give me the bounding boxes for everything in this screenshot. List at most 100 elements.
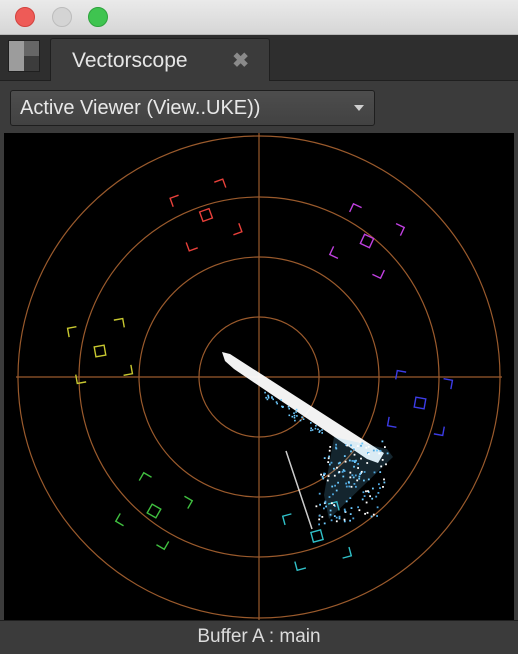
trace-sample [378,452,381,455]
trace-sample [324,500,327,503]
trace-sample [301,416,303,418]
trace-sample [384,446,386,448]
trace-sample [353,448,355,451]
trace-sample [351,474,354,477]
pane-menu-icon[interactable] [8,40,40,72]
trace-sample [294,419,296,422]
trace-sample [380,465,383,468]
trace-streak [285,450,313,530]
target-corner-4 [294,561,307,572]
trace-sample [376,515,378,517]
trace-sample [363,471,366,473]
trace-sample [347,481,350,483]
trace-sample [302,418,305,420]
trace-sample [378,483,380,486]
tab-close-icon[interactable]: ✖ [232,48,249,73]
trace-sample [318,492,321,495]
trace-sample [331,485,334,488]
target-corner-4 [114,513,124,527]
trace-sample [349,497,352,499]
window-titlebar: × [0,0,518,35]
trace-sample [288,407,290,410]
trace-sample [272,398,274,401]
target-corner-4 [386,416,397,428]
viewer-select-value: Active Viewer (View..UKE)) [20,97,261,119]
trace-sample [373,471,376,474]
trace-sample [368,453,370,455]
trace-sample [336,466,338,469]
trace-sample [372,513,375,516]
trace-sample [319,503,321,506]
trace-sample [348,459,351,462]
trace-sample [310,429,312,432]
window-minimize-button[interactable] [52,7,72,27]
trace-sample [349,476,352,479]
trace-sample [360,470,363,473]
trace-sample [337,462,340,465]
trace-sample [346,444,348,447]
trace-sample [321,516,324,518]
trace-sample [267,397,270,399]
trace-sample [317,428,319,431]
trace-sample [318,514,321,517]
trace-sample [333,467,335,470]
tab-vectorscope[interactable]: Vectorscope ✖ [50,38,270,81]
trace-sample [319,430,321,432]
trace-sample [343,518,346,521]
trace-sample [350,507,353,509]
trace-sample [349,471,352,474]
trace-sample [311,429,314,431]
target-cy [281,500,353,572]
trace-sample [349,513,352,515]
trace-sample [351,460,354,462]
trace-sample [370,515,373,518]
trace-sample [276,402,278,405]
trace-sample [341,471,344,473]
trace-sample [330,519,333,522]
trace-sample [367,478,370,481]
trace-sample [299,419,302,422]
trace-sample [323,522,326,525]
trace-sample [334,484,336,487]
trace-sample [379,471,382,473]
target-corner-4 [75,374,87,385]
trace-sample [365,490,367,493]
target-corner-1 [169,194,179,207]
trace-sample [367,445,370,448]
trace-sample [358,475,361,478]
trace-sample [357,467,359,469]
trace-sample [352,517,355,520]
tab-bar: Vectorscope ✖ [0,35,518,81]
trace-sample [335,443,337,446]
trace-sample [338,471,341,473]
target-corner-2 [443,378,454,390]
trace-sample [318,518,321,521]
trace-sample [353,483,356,485]
trace-sample [357,506,359,509]
trace-sample [296,415,298,417]
target-corner-3 [123,364,134,376]
trace-sample [353,465,355,468]
target-corner-1 [349,202,362,213]
trace-sample [329,513,332,516]
trace-sample [345,500,348,503]
trace-sample [335,446,337,449]
trace-sample [357,445,359,447]
vectorscope-display[interactable] [4,133,514,620]
window-zoom-button[interactable] [88,7,108,27]
trace-sample [323,472,325,475]
trace-sample [335,489,338,492]
trace-sample [318,523,320,526]
trace-sample [327,461,330,463]
trace-sample [337,481,339,484]
trace-sample [295,408,298,411]
trace-sample [364,512,366,515]
window-close-button[interactable]: × [15,7,35,27]
viewer-select[interactable]: Active Viewer (View..UKE)) [10,90,375,126]
trace-sample [275,401,278,403]
vectorscope-window: × Vectorscope ✖ Active Viewer (View..UKE… [0,0,518,654]
trace-sample [383,481,386,484]
trace-sample [335,520,338,523]
trace-sample [345,485,348,488]
trace-sample [322,477,325,480]
